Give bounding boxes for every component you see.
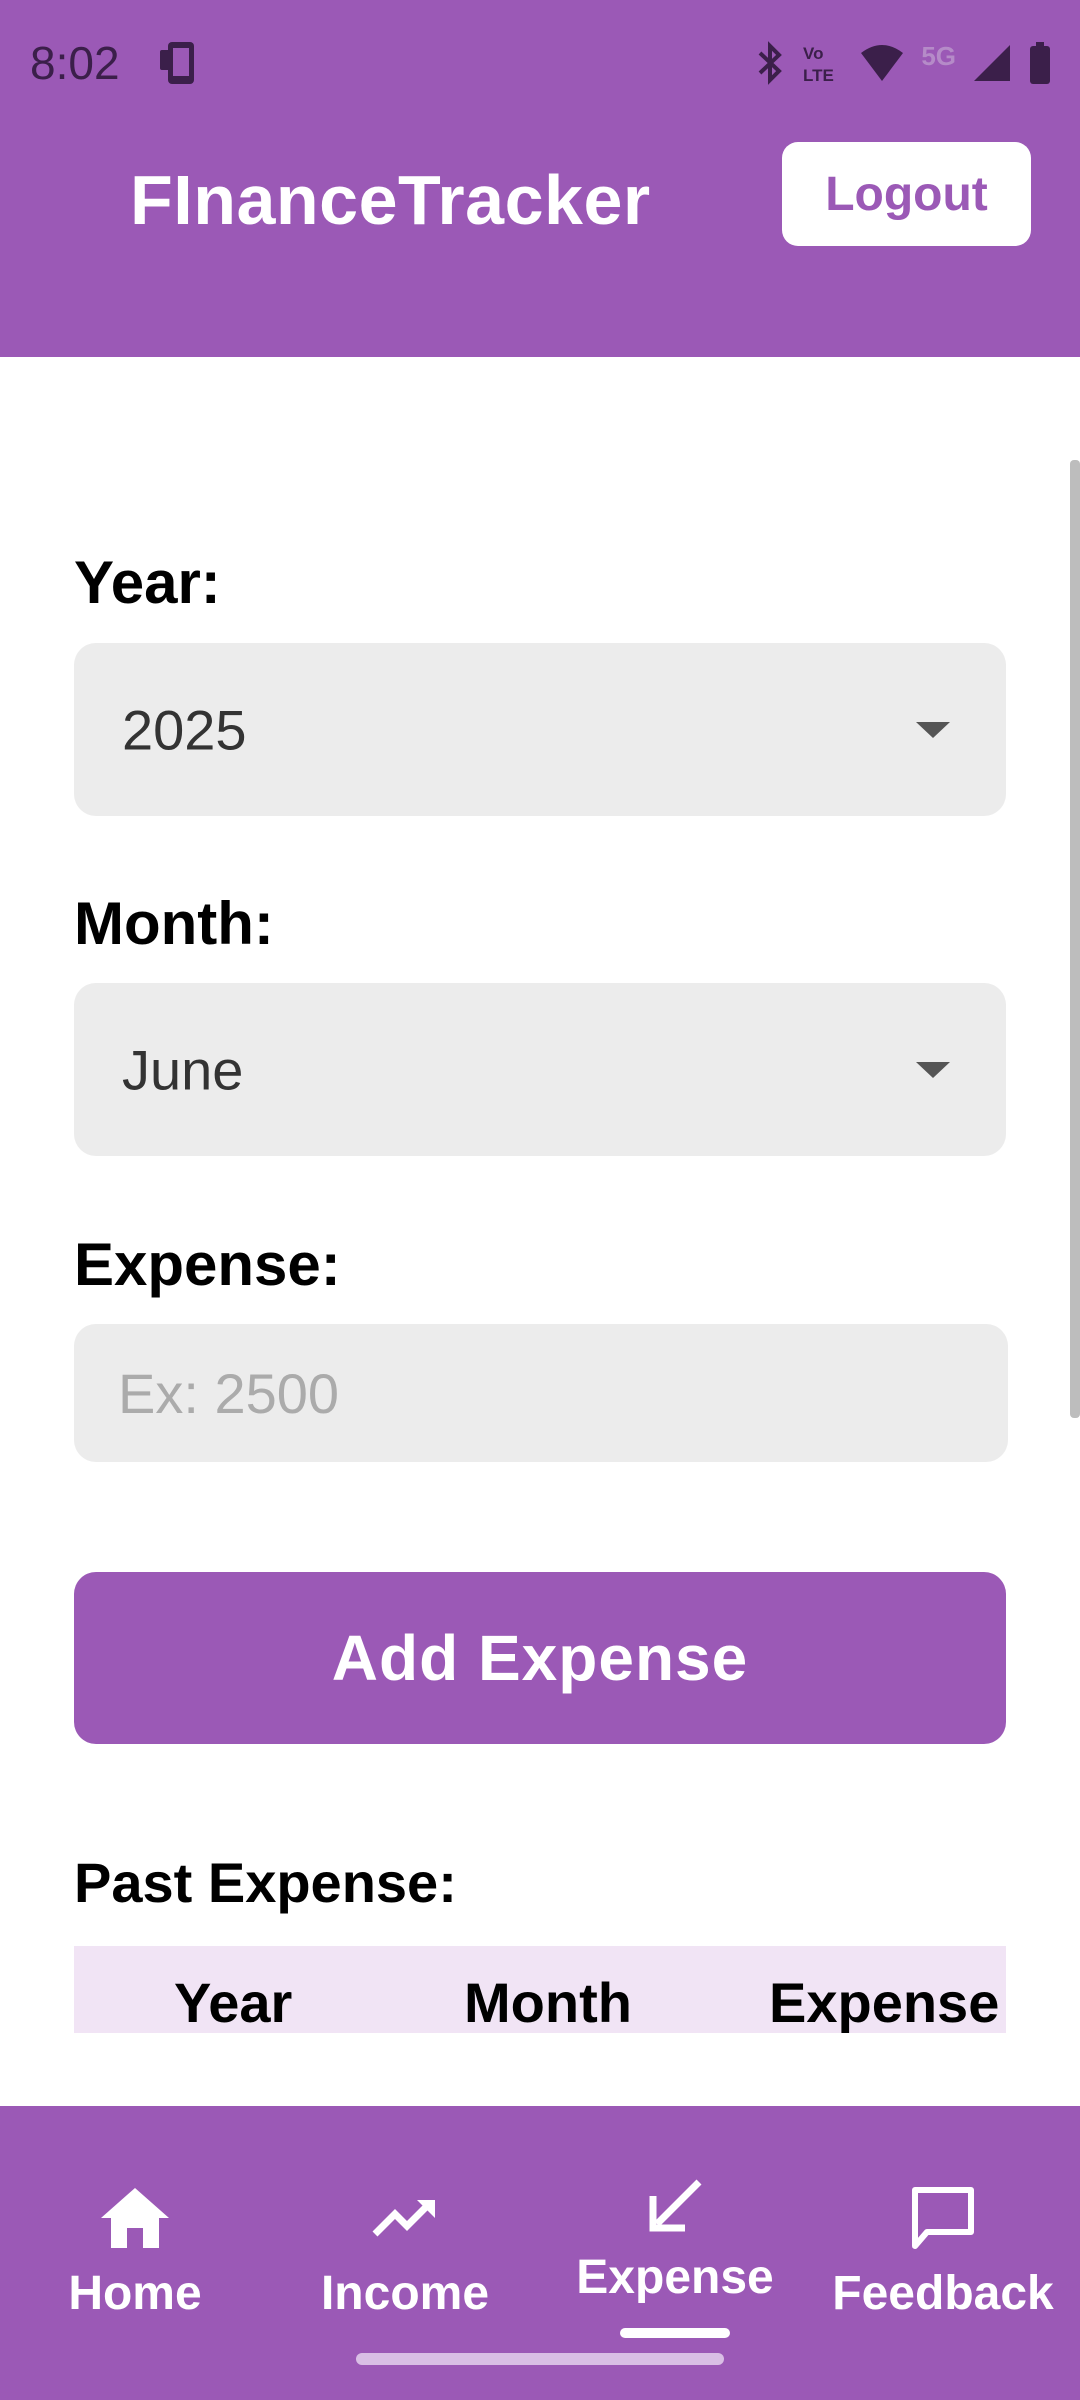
year-selected-value: 2025 (122, 698, 247, 761)
expense-input[interactable] (74, 1324, 1008, 1462)
nav-item-home[interactable]: Home (40, 2106, 230, 2400)
app-header: 8:02 Vo LTE 5G FInanceTracker Logout (0, 0, 1080, 357)
trending-up-icon (372, 2200, 435, 2237)
past-expense-title: Past Expense: (74, 1851, 457, 1914)
svg-text:Vo: Vo (803, 44, 823, 63)
phone-icon (160, 42, 194, 84)
nav-label-feedback: Feedback (832, 2267, 1054, 2320)
nav-label-home: Home (68, 2267, 202, 2320)
month-selected-value: June (122, 1038, 244, 1101)
status-time: 8:02 (30, 37, 120, 89)
year-label: Year: (74, 549, 221, 616)
nav-label-income: Income (320, 2267, 490, 2320)
volte-icon: Vo LTE (803, 44, 834, 85)
chat-bubble-icon (912, 2187, 974, 2249)
column-header-month: Month (464, 1971, 632, 2033)
wifi-icon (861, 45, 904, 81)
svg-text:LTE: LTE (803, 66, 834, 85)
home-icon (101, 2188, 169, 2248)
gesture-navigation-bar[interactable] (356, 2353, 724, 2365)
app-title: FInanceTracker (130, 161, 651, 239)
expense-label: Expense: (74, 1231, 341, 1298)
arrow-down-left-icon (649, 2179, 702, 2232)
status-icons: Vo LTE 5G (755, 38, 1052, 88)
month-label: Month: (74, 890, 274, 957)
network-type-label: 5G (921, 40, 956, 71)
signal-icon (974, 45, 1010, 81)
dropdown-arrow-icon (916, 1061, 950, 1078)
nav-label-expense: Expense (576, 2251, 774, 2304)
logout-button[interactable]: Logout (782, 142, 1031, 246)
active-tab-indicator (620, 2328, 730, 2338)
scrollbar[interactable] (1070, 460, 1080, 1418)
past-expense-table-header: Year Month Expense (74, 1946, 1006, 2033)
nav-item-feedback[interactable]: Feedback (818, 2106, 1068, 2400)
add-expense-button[interactable]: Add Expense (74, 1572, 1006, 1744)
dropdown-arrow-icon (916, 721, 950, 738)
battery-icon (1030, 42, 1050, 84)
expense-input-container (74, 1324, 1008, 1462)
year-select[interactable]: 2025 (74, 643, 1006, 816)
bluetooth-icon (758, 41, 783, 85)
month-select[interactable]: June (74, 983, 1006, 1156)
column-header-year: Year (174, 1971, 293, 2033)
column-header-expense: Expense (769, 1971, 1000, 2033)
